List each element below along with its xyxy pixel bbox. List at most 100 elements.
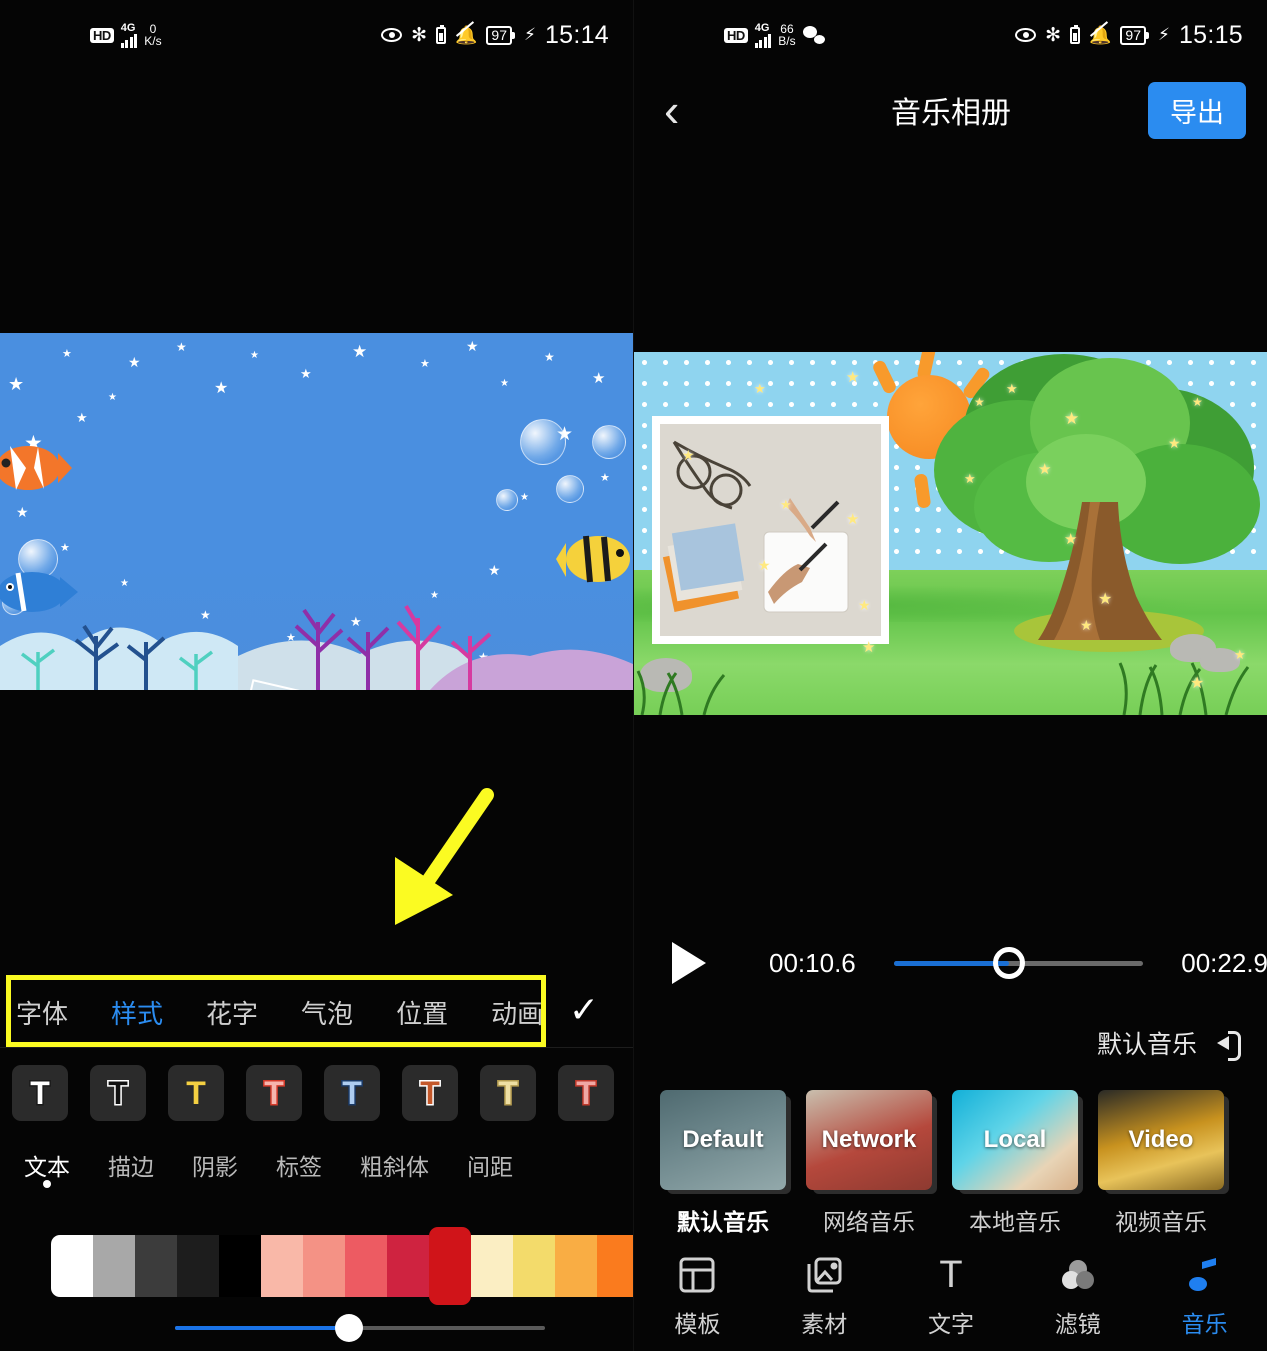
right-screen-music-album-editor: HD 4G 66 B/s ✻ 🔔 97 ⚡ 15:15 ‹ 音乐相册 导出 ★ … — [633, 0, 1267, 1351]
subtab-shadow[interactable]: 阴影 — [192, 1148, 238, 1182]
music-category-cn: 网络音乐 — [823, 1209, 915, 1235]
charging-icon: ⚡ — [1158, 25, 1170, 44]
template-icon — [679, 1257, 715, 1292]
play-button[interactable] — [672, 942, 706, 984]
battery-percent: 97 — [1120, 25, 1149, 45]
subtab-bold-italic[interactable]: 粗斜体 — [360, 1148, 429, 1182]
music-category-en: Local — [983, 1126, 1047, 1153]
subtab-stroke[interactable]: 描边 — [108, 1148, 154, 1182]
nav-filter[interactable]: 滤镜 — [1014, 1243, 1141, 1351]
status-bar-left: HD 4G 0 K/s ✻ 🔔 97 ⚡ 15:14 — [0, 0, 633, 70]
text-style-preset[interactable]: T — [324, 1065, 380, 1121]
clock-right: 15:15 — [1178, 20, 1243, 49]
left-screen-text-style-editor: HD 4G 0 K/s ✻ 🔔 97 ⚡ 15:14 ★ ★ ★ ★ ★ ★ ★… — [0, 0, 633, 1351]
progress-track[interactable] — [893, 946, 1144, 979]
bottom-navbar[interactable]: 模板 素材 T 文字 滤镜 音乐 — [634, 1243, 1267, 1351]
music-header[interactable]: 默认音乐 — [1097, 1025, 1245, 1061]
music-category-en: Network — [821, 1126, 917, 1153]
tab-style[interactable]: 样式 — [111, 994, 163, 1031]
color-swatch[interactable] — [261, 1235, 303, 1297]
media-icon — [807, 1257, 842, 1292]
current-time: 00:10.6 — [769, 947, 856, 978]
mute-bell-icon: 🔔 — [455, 25, 478, 45]
status-bar-right: HD 4G 66 B/s ✻ 🔔 97 ⚡ 15:15 — [634, 0, 1267, 70]
mute-bell-icon: 🔔 — [1089, 25, 1112, 45]
tab-animation[interactable]: 动画 — [491, 994, 543, 1031]
color-swatch[interactable] — [345, 1235, 387, 1297]
nav-template[interactable]: 模板 — [634, 1243, 761, 1351]
text-style-preset[interactable]: T — [168, 1065, 224, 1121]
coral-reef — [0, 604, 633, 690]
nav-media[interactable]: 素材 — [761, 1243, 888, 1351]
opacity-slider[interactable] — [0, 1305, 633, 1351]
signal-icon: 4G — [754, 22, 772, 48]
color-swatch[interactable] — [555, 1235, 597, 1297]
text-style-preset[interactable]: T — [246, 1065, 302, 1121]
slider-track[interactable] — [175, 1314, 545, 1342]
text-style-preset[interactable]: T — [480, 1065, 536, 1121]
color-swatch[interactable] — [597, 1235, 633, 1297]
text-editor-tabbar[interactable]: 字体 样式 花字 气泡 位置 动画 ✓ — [0, 978, 633, 1046]
clock-left: 15:14 — [544, 20, 609, 49]
tab-position[interactable]: 位置 — [396, 994, 448, 1031]
music-category-default[interactable]: Default 默认音乐 — [660, 1090, 786, 1238]
status-left-group: HD 4G 0 K/s — [90, 22, 162, 48]
video-preview-right[interactable]: ★ ★ ★ ★ ★ ★ ★ ★ ★ ★ ★ ★ ★ ★ ★ ★ ★ ★ ★ ★ — [634, 352, 1267, 715]
nav-music[interactable]: 音乐 — [1141, 1243, 1267, 1351]
playback-controls[interactable]: 00:10.6 00:22.9 — [634, 930, 1267, 996]
wechat-icon — [802, 26, 825, 44]
hd-icon: HD — [724, 27, 748, 43]
tab-bubble[interactable]: 气泡 — [301, 994, 353, 1031]
dual-screenshot-comparison: HD 4G 0 K/s ✻ 🔔 97 ⚡ 15:14 ★ ★ ★ ★ ★ ★ ★… — [0, 0, 1267, 1351]
nav-text[interactable]: T 文字 — [888, 1243, 1015, 1351]
clownfish-icon — [0, 446, 72, 490]
music-category-video[interactable]: Video 视频音乐 — [1098, 1090, 1224, 1238]
color-swatch[interactable] — [93, 1235, 135, 1297]
text-style-presets[interactable]: T T T T T T T T — [0, 1060, 633, 1126]
text-style-preset[interactable]: T — [90, 1065, 146, 1121]
subtab-spacing[interactable]: 间距 — [467, 1148, 513, 1182]
color-swatch[interactable] — [387, 1235, 429, 1297]
text-style-preset[interactable]: T — [402, 1065, 458, 1121]
music-category-list[interactable]: Default 默认音乐 Network 网络音乐 Local 本地音乐 Vid… — [634, 1090, 1267, 1238]
style-subtabs[interactable]: 文本 描边 阴影 标签 粗斜体 间距 — [0, 1148, 633, 1188]
music-category-cn: 视频音乐 — [1115, 1209, 1207, 1235]
color-palette[interactable] — [0, 1227, 633, 1305]
tab-font[interactable]: 字体 — [16, 994, 68, 1031]
speaker-icon[interactable] — [1217, 1031, 1245, 1061]
video-preview-left[interactable]: ★ ★ ★ ★ ★ ★ ★ ★ ★ ★ ★ ★ ★ ★ ★ ★ ★ ★ ★ ★ — [0, 333, 633, 690]
color-swatch-selected[interactable] — [429, 1227, 471, 1305]
filter-icon — [1061, 1259, 1094, 1289]
charging-icon: ⚡ — [524, 25, 536, 44]
signal-icon: 4G — [120, 22, 138, 48]
subtab-text[interactable]: 文本 — [24, 1148, 70, 1188]
slider-knob[interactable] — [334, 1314, 363, 1342]
music-category-en: Default — [682, 1126, 764, 1153]
annotation-arrow-left — [395, 788, 494, 925]
status-left-group-right: HD 4G 66 B/s — [724, 22, 825, 48]
color-swatch[interactable] — [219, 1235, 261, 1297]
music-category-en: Video — [1128, 1126, 1194, 1153]
color-swatch[interactable] — [51, 1235, 93, 1297]
export-button[interactable]: 导出 — [1148, 81, 1246, 139]
progress-knob[interactable] — [992, 946, 1025, 979]
music-category-local[interactable]: Local 本地音乐 — [952, 1090, 1078, 1238]
color-swatch[interactable] — [177, 1235, 219, 1297]
confirm-check-icon[interactable]: ✓ — [569, 992, 599, 1028]
eye-comfort-icon — [1015, 28, 1037, 42]
music-category-network[interactable]: Network 网络音乐 — [806, 1090, 932, 1238]
color-swatch[interactable] — [303, 1235, 345, 1297]
color-swatch[interactable] — [135, 1235, 177, 1297]
color-swatch-strip[interactable] — [51, 1227, 633, 1305]
status-right-group-right: ✻ 🔔 97 ⚡ 15:15 — [1015, 21, 1243, 50]
text-style-preset[interactable]: T — [558, 1065, 614, 1121]
eye-comfort-icon — [381, 28, 403, 42]
music-note-icon — [1188, 1257, 1216, 1291]
bluetooth-icon: ✻ — [411, 24, 427, 46]
tab-fancy-text[interactable]: 花字 — [206, 994, 258, 1031]
color-swatch[interactable] — [513, 1235, 555, 1297]
text-style-preset[interactable]: T — [12, 1065, 68, 1121]
subtab-label[interactable]: 标签 — [276, 1148, 322, 1182]
color-swatch[interactable] — [471, 1235, 513, 1297]
grass-tuft — [636, 670, 726, 715]
